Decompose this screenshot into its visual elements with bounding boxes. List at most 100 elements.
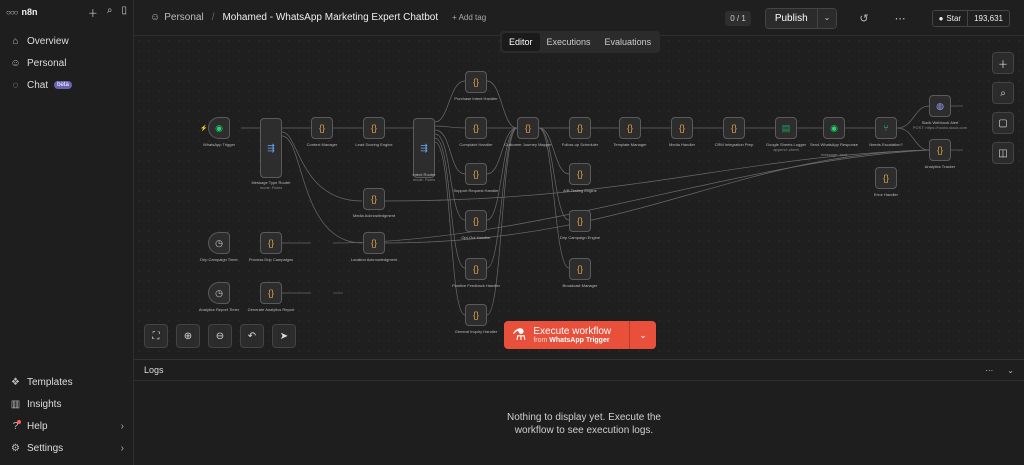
node-label: Broadcast Manager	[562, 283, 598, 288]
chevron-right-icon: ›	[120, 442, 124, 454]
breadcrumb-project[interactable]: Personal	[164, 12, 203, 23]
code-icon: {}	[576, 169, 583, 179]
node-broadcast-manager[interactable]: {}	[569, 258, 591, 280]
tab-editor[interactable]: Editor	[502, 33, 540, 51]
sidebar-item-personal[interactable]: ☺ Personal	[0, 52, 133, 74]
add-node-button[interactable]: ＋	[992, 52, 1014, 74]
node-message-type-router[interactable]: ⇶	[260, 118, 282, 178]
zoom-in-button[interactable]: ⊕	[176, 324, 200, 348]
node-context-manager[interactable]: {}	[311, 117, 333, 139]
workflow-name[interactable]: Mohamed - WhatsApp Marketing Expert Chat…	[222, 12, 438, 23]
node-label: Opt-Out Handler	[461, 235, 491, 240]
node-crm-integration-prep[interactable]: {}	[723, 117, 745, 139]
node-whatsapp-trigger[interactable]: ◉	[208, 117, 230, 139]
fit-view-button[interactable]: ⛶	[144, 324, 168, 348]
node-sublabel: message: sent	[820, 152, 847, 157]
sidebar-item-settings[interactable]: ⚙ Settings ›	[0, 437, 134, 459]
execute-workflow-title: Execute workflow	[533, 326, 612, 337]
code-icon: {}	[936, 145, 943, 155]
node-sublabel: mode: Rules	[412, 177, 436, 182]
node-opt-out-handler[interactable]: {}	[465, 210, 487, 232]
beta-badge: beta	[54, 81, 72, 89]
sidebar-item-help[interactable]: ? Help ›	[0, 415, 134, 437]
node-general-inquiry-handler[interactable]: {}	[465, 304, 487, 326]
node-process-drip-campaigns[interactable]: {}	[260, 232, 282, 254]
node-google-sheets-logger[interactable]: ▤	[775, 117, 797, 139]
logs-header[interactable]: Logs ⋯ ⌄	[134, 360, 1024, 381]
node-ab-testing-engine[interactable]: {}	[569, 163, 591, 185]
execute-dropdown-button[interactable]: ⌄	[630, 321, 656, 349]
node-slack-webhook-alert[interactable]: ◍	[929, 95, 951, 117]
sidebar-item-chat[interactable]: ◌ Chat beta	[0, 74, 133, 96]
node-analytics-report-timer[interactable]: ◷	[208, 282, 230, 304]
brand-logo[interactable]: ○○○ n8n	[6, 7, 38, 17]
node-template-manager[interactable]: {}	[619, 117, 641, 139]
node-analytics-tracker[interactable]: {}	[929, 139, 951, 161]
sidebar-item-label: Help	[27, 420, 48, 432]
node-purchase-intent-handler[interactable]: {}	[465, 71, 487, 93]
code-icon: {}	[472, 264, 479, 274]
node-customer-journey-mapper[interactable]: {}	[517, 117, 539, 139]
node-error-handler[interactable]: {}	[875, 167, 897, 189]
node-support-request-handler[interactable]: {}	[465, 163, 487, 185]
github-star-button[interactable]: ● Star 193,631	[931, 9, 1010, 27]
node-intent-router[interactable]: ⇶	[413, 118, 435, 178]
sidebar-item-insights[interactable]: ▥ Insights	[0, 393, 134, 415]
execute-workflow-text: Execute workflow from WhatsApp Trigger	[533, 326, 611, 344]
node-generate-analytics-report[interactable]: {}	[260, 282, 282, 304]
if-branch-icon: ⑂	[883, 123, 889, 133]
sidebar-item-overview[interactable]: ⌂ Overview	[0, 30, 133, 52]
templates-icon: ❖	[11, 376, 20, 388]
code-icon: {}	[472, 77, 479, 87]
execute-workflow-button[interactable]: ⚗ Execute workflow from WhatsApp Trigger	[504, 321, 630, 349]
tidy-up-button[interactable]: ➤	[272, 324, 296, 348]
tab-executions[interactable]: Executions	[540, 33, 598, 51]
node-follow-up-scheduler[interactable]: {}	[569, 117, 591, 139]
chevron-down-icon: ⌄	[639, 329, 647, 340]
node-label: Template Manager	[613, 142, 647, 147]
zoom-out-button[interactable]: ⊖	[208, 324, 232, 348]
node-drip-campaign-engine[interactable]: {}	[569, 210, 591, 232]
sticky-note-button[interactable]: ▢	[992, 112, 1014, 134]
node-label: WhatsApp Trigger	[202, 142, 235, 147]
node-needs-escalation[interactable]: ⑂	[875, 117, 897, 139]
workflow-canvas[interactable]: ＋ ⌕ ▢ ◫ ⚡ ◉ WhatsApp Trigger ⇶ Message T…	[134, 36, 1024, 359]
node-send-whatsapp-response[interactable]: ◉	[823, 117, 845, 139]
fit-view-icon: ⛶	[152, 330, 160, 342]
sidebar-item-templates[interactable]: ❖ Templates	[0, 371, 134, 393]
zoom-in-icon: ⊕	[183, 330, 193, 342]
code-icon: {}	[472, 310, 479, 320]
collapse-sidebar-icon[interactable]: ▯	[121, 5, 127, 20]
code-icon: {}	[370, 123, 377, 133]
whatsapp-icon: ◉	[830, 122, 838, 133]
node-drip-campaign-timer[interactable]: ◷	[208, 232, 230, 254]
add-tag-button[interactable]: + Add tag	[452, 13, 486, 22]
search-nodes-button[interactable]: ⌕	[992, 82, 1014, 104]
node-complaint-handler[interactable]: {}	[465, 117, 487, 139]
more-options-icon[interactable]: ⋯	[895, 12, 906, 25]
node-media-acknowledgment[interactable]: {}	[363, 188, 385, 210]
node-positive-feedback-handler[interactable]: {}	[465, 258, 487, 280]
node-location-acknowledgment[interactable]: {}	[363, 232, 385, 254]
node-sublabel: mode: Rules	[259, 185, 283, 190]
node-media-handler[interactable]: {}	[671, 117, 693, 139]
router-icon: ⇶	[420, 142, 428, 153]
toggle-panel-button[interactable]: ◫	[992, 142, 1014, 164]
connection-line	[434, 141, 466, 316]
history-icon[interactable]: ↺	[859, 12, 868, 25]
node-lead-scoring-engine[interactable]: {}	[363, 117, 385, 139]
node-label: Media Acknowledgment	[352, 213, 396, 218]
version-counter: 0 / 1	[725, 10, 751, 26]
plus-icon[interactable]: ＋	[88, 5, 98, 20]
tab-evaluations[interactable]: Evaluations	[598, 33, 659, 51]
undo-button[interactable]: ↶	[240, 324, 264, 348]
chevron-down-icon[interactable]: ⌄	[1007, 366, 1014, 375]
more-options-icon[interactable]: ⋯	[985, 366, 993, 375]
panel-icon: ◫	[998, 147, 1008, 159]
chevron-down-icon[interactable]: ⌄	[816, 8, 837, 28]
publish-button[interactable]: Publish	[765, 8, 817, 28]
search-icon: ⌕	[1000, 87, 1006, 99]
search-icon[interactable]: ⌕	[107, 5, 113, 20]
node-label: Drip Campaign Engine	[559, 235, 601, 240]
settings-icon: ⚙	[11, 442, 20, 454]
